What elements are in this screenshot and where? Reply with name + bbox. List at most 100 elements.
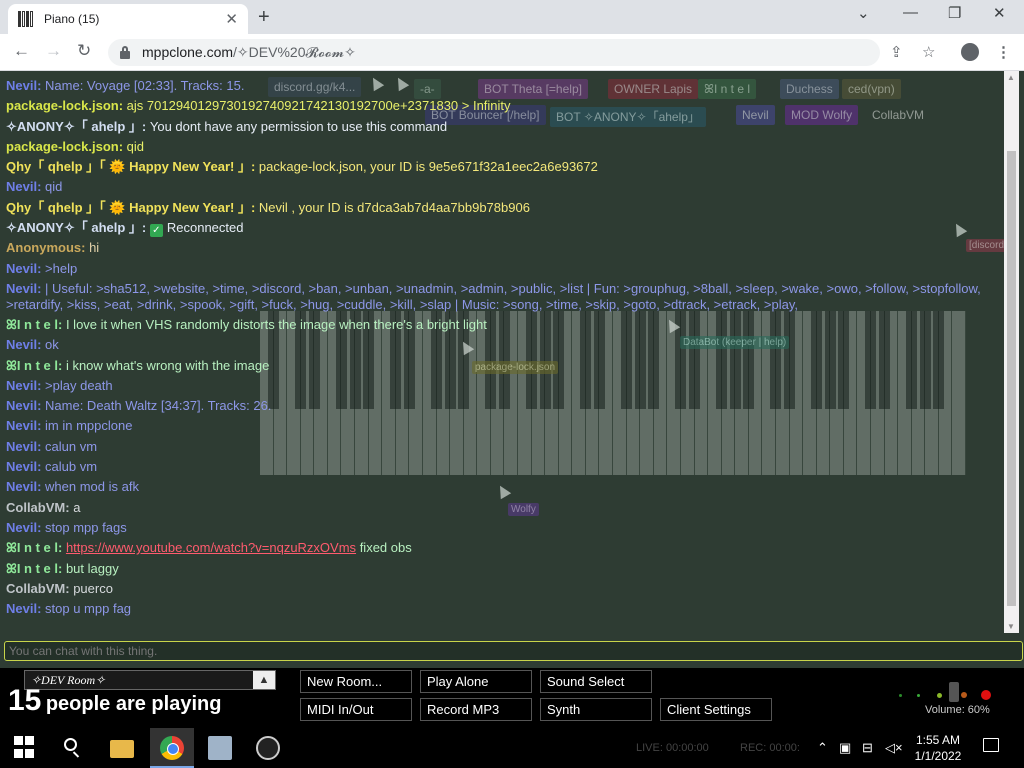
- chat-nick[interactable]: Nevil: [6, 261, 37, 276]
- tab-close-icon[interactable]: ✕: [225, 10, 238, 28]
- chat-text: qid: [45, 179, 63, 195]
- chat-nick[interactable]: Anonymous: [6, 240, 81, 255]
- chat-nick[interactable]: Nevil: [6, 337, 37, 352]
- minimize-icon[interactable]: —: [903, 4, 918, 21]
- chat-nick[interactable]: Qhy「 qhelp 」「 🌞 Happy New Year! 」: [6, 159, 251, 174]
- address-bar[interactable]: mppclone.com/✧DEV%20𝓡𝓸𝓸𝓶✧: [108, 39, 880, 66]
- chat-text: ok: [45, 337, 59, 353]
- chat-text: ajs 7012940129730192740921742130192700e+…: [126, 98, 511, 114]
- chat-text: You dont have any permission to use this…: [149, 118, 448, 134]
- chat-message: Nevil: when mod is afk: [6, 479, 139, 495]
- chat-link[interactable]: https://www.youtube.com/watch?v=nqzuRzxO…: [66, 540, 356, 555]
- play-alone-button[interactable]: Play Alone: [420, 670, 532, 693]
- tab-search-icon[interactable]: ⌄: [857, 4, 870, 22]
- chat-message: Nevil: calun vm: [6, 438, 98, 454]
- status-dot-icon: [899, 694, 902, 697]
- chat-text: hi: [89, 240, 100, 256]
- volume-muted-icon[interactable]: ◁×: [885, 740, 903, 756]
- chat-message: ꕤI n t e l: i know what's wrong with the…: [6, 357, 270, 373]
- chat-nick[interactable]: Nevil: [6, 179, 37, 194]
- back-icon[interactable]: ←: [13, 41, 30, 61]
- sound-select-button[interactable]: Sound Select: [540, 670, 652, 693]
- lock-icon: [120, 45, 130, 59]
- chat-nick[interactable]: Nevil: [6, 78, 37, 93]
- scroll-thumb[interactable]: [1007, 151, 1016, 606]
- chat-nick[interactable]: Nevil: [6, 439, 37, 454]
- chat-nick[interactable]: ✧ANONY✧「 ahelp 」: [6, 220, 142, 235]
- chat-nick[interactable]: Nevil: [6, 418, 37, 433]
- chat-nick[interactable]: Nevil: [6, 459, 37, 474]
- chat-message: CollabVM: a: [6, 499, 81, 515]
- profile-avatar-icon[interactable]: [961, 43, 979, 61]
- network-icon[interactable]: ⊟: [862, 740, 873, 756]
- chat-nick[interactable]: Nevil: [6, 281, 37, 296]
- chat-scrollbar[interactable]: ▲ ▼: [1004, 71, 1019, 633]
- chat-nick[interactable]: Nevil: [6, 378, 37, 393]
- chat-text: Nevil , your ID is d7dca3ab7d4aa7bb9b78b…: [258, 199, 530, 215]
- chat-message: Nevil: >help: [6, 260, 78, 276]
- chat-message: Nevil: | Useful: >sha512, >website, >tim…: [6, 280, 981, 312]
- chat-nick[interactable]: ꕤI n t e l: [6, 317, 58, 332]
- chat-message: CollabVM: puerco: [6, 580, 113, 596]
- chat-input[interactable]: [4, 641, 1023, 661]
- chat-nick[interactable]: ꕤI n t e l: [6, 561, 58, 576]
- reload-icon[interactable]: ↻: [77, 41, 91, 61]
- tray-app-icon[interactable]: ▣: [839, 740, 851, 756]
- chat-message: Anonymous: hi: [6, 240, 100, 256]
- checkmark-icon: ✓: [149, 224, 163, 238]
- tray-chevron-icon[interactable]: ⌃: [817, 740, 828, 756]
- chat-message: Nevil: qid: [6, 179, 63, 195]
- chat-message: package-lock.json: qid: [6, 138, 145, 154]
- client-settings-button[interactable]: Client Settings: [660, 698, 772, 721]
- record-mp3-button[interactable]: Record MP3: [420, 698, 532, 721]
- scroll-up-icon[interactable]: ▲: [1007, 73, 1015, 82]
- restore-icon[interactable]: ❐: [948, 4, 961, 22]
- chat-text: a: [73, 499, 81, 515]
- volume-control[interactable]: Volume: 60%: [895, 680, 1005, 726]
- room-dropdown-arrow-icon[interactable]: ▲: [253, 671, 275, 689]
- vm-app-icon[interactable]: [208, 736, 232, 760]
- chrome-icon[interactable]: [160, 736, 184, 760]
- window-close-icon[interactable]: ✕: [993, 4, 1006, 22]
- url-host: mppclone.com: [142, 44, 234, 60]
- chat-message: Nevil: calub vm: [6, 459, 98, 475]
- chat-nick[interactable]: ✧ANONY✧「 ahelp 」: [6, 119, 142, 134]
- chat-nick[interactable]: Nevil: [6, 479, 37, 494]
- chat-nick[interactable]: Nevil: [6, 601, 37, 616]
- menu-icon[interactable]: ⋮: [996, 43, 1011, 61]
- forward-icon[interactable]: →: [45, 41, 62, 61]
- chat-nick[interactable]: Qhy「 qhelp 」「 🌞 Happy New Year! 」: [6, 200, 251, 215]
- new-tab-icon[interactable]: +: [258, 6, 270, 29]
- chat-message: Nevil: >play death: [6, 377, 113, 393]
- chat-nick[interactable]: Nevil: [6, 520, 37, 535]
- chat-nick[interactable]: Nevil: [6, 398, 37, 413]
- chat-nick[interactable]: package-lock.json: [6, 98, 119, 113]
- chat-text: | Useful: >sha512, >website, >time, >dis…: [6, 280, 981, 312]
- status-dot-icon: [917, 694, 920, 697]
- obs-icon[interactable]: [256, 736, 280, 760]
- status-dot-icon: [937, 693, 942, 698]
- windows-start-icon[interactable]: [14, 736, 38, 760]
- search-icon[interactable]: [62, 736, 86, 760]
- file-explorer-icon[interactable]: [110, 740, 134, 758]
- chat-message: ✧ANONY✧「 ahelp 」: ✓ Reconnected: [6, 220, 244, 238]
- chat-nick[interactable]: package-lock.json: [6, 139, 119, 154]
- scroll-down-icon[interactable]: ▼: [1007, 622, 1015, 631]
- chat-nick[interactable]: ꕤI n t e l: [6, 358, 58, 373]
- chat-nick[interactable]: ꕤI n t e l: [6, 540, 58, 555]
- share-icon[interactable]: ⇪: [890, 43, 903, 61]
- taskbar-clock[interactable]: 1:55 AM 1/1/2022: [908, 732, 968, 764]
- new-room-button[interactable]: New Room...: [300, 670, 412, 693]
- chat-nick[interactable]: CollabVM: [6, 581, 65, 596]
- chat-text: fixed obs: [359, 540, 412, 556]
- browser-tab[interactable]: Piano (15) ✕: [8, 4, 248, 34]
- synth-button[interactable]: Synth: [540, 698, 652, 721]
- midi-button[interactable]: MIDI In/Out: [300, 698, 412, 721]
- notifications-icon[interactable]: [983, 738, 999, 752]
- volume-knob-icon[interactable]: [949, 682, 959, 702]
- chat-text: calub vm: [45, 459, 98, 475]
- chat-nick[interactable]: CollabVM: [6, 500, 65, 515]
- browser-toolbar: ← → ↻ mppclone.com/✧DEV%20𝓡𝓸𝓸𝓶✧ ⇪ ☆ ⋮: [0, 34, 1024, 71]
- bookmark-star-icon[interactable]: ☆: [922, 43, 935, 61]
- player-count-number: 15: [8, 684, 42, 717]
